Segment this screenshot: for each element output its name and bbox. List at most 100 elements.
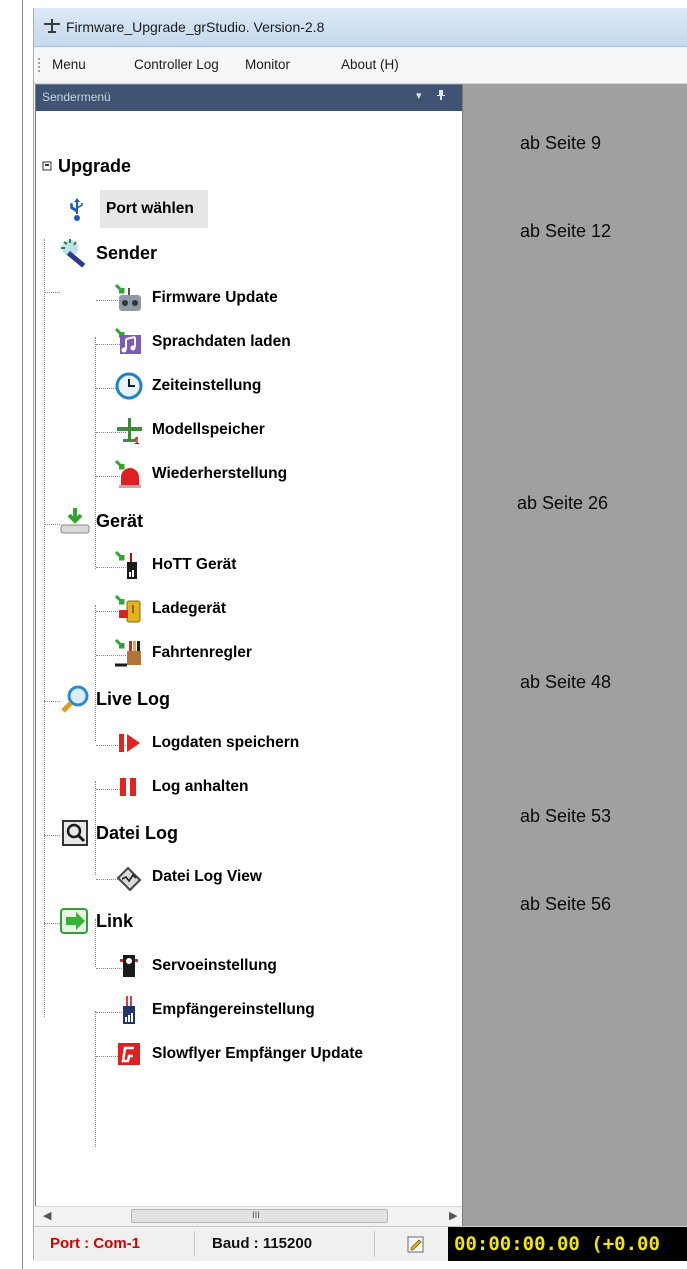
timer-display: 00:00:00.00 (+0.00: [448, 1227, 687, 1261]
tree-node-log-anhalten[interactable]: Log anhalten: [112, 770, 248, 804]
menu-grip[interactable]: [38, 58, 42, 72]
tree-node-link[interactable]: Link: [58, 904, 133, 938]
tree-node-modellspeicher[interactable]: 1 Modellspeicher: [112, 413, 265, 447]
tree-label: Sender: [96, 242, 158, 263]
horizontal-scrollbar[interactable]: ◀ III ▶: [35, 1206, 463, 1225]
tree-node-port-waehlen[interactable]: Port wählen: [60, 190, 208, 228]
pause-icon: [112, 770, 146, 804]
tree-node-geraet[interactable]: Gerät: [58, 504, 143, 538]
page-ref-sender: ab Seite 12: [520, 221, 612, 241]
tree-connector: [95, 605, 96, 741]
magnifier-icon: [58, 682, 92, 716]
tree-label: Ladegerät: [152, 600, 227, 617]
panel-pin-icon[interactable]: [436, 89, 446, 104]
menu-bar: Menu Controller Log Monitor About (H): [34, 47, 687, 84]
file-log-icon: [58, 816, 92, 850]
tree-label: Slowflyer Empfänger Update: [152, 1045, 364, 1062]
tree-label: Datei Log View: [152, 868, 262, 885]
tree-node-logdaten-speichern[interactable]: Logdaten speichern: [112, 726, 299, 760]
charger-icon: [112, 592, 146, 626]
tree-node-ladegeraet[interactable]: Ladegerät: [112, 592, 226, 626]
red-alarm-icon: [112, 457, 146, 491]
page-ref-geraet: ab Seite 26: [517, 493, 609, 513]
tree-label: Servoeinstellung: [152, 957, 277, 974]
page-margin-line: [22, 0, 23, 1269]
hott-device-icon: [112, 548, 146, 582]
record-icon: [112, 726, 146, 760]
page-ref-link: ab Seite 56: [520, 894, 612, 914]
menu-item-menu[interactable]: Menu: [52, 57, 86, 72]
clock-icon: [112, 369, 146, 403]
tree-node-slowflyer-update[interactable]: Slowflyer Empfänger Update: [112, 1037, 363, 1071]
status-separator: [194, 1231, 195, 1257]
tree-node-sender[interactable]: Sender: [58, 236, 157, 270]
tree-node-zeiteinstellung[interactable]: Zeiteinstellung: [112, 369, 261, 403]
tree-label-selected: Port wählen: [100, 190, 208, 228]
tree-node-datei-log[interactable]: Datei Log: [58, 816, 178, 850]
tree-node-fahrtenregler[interactable]: Fahrtenregler: [112, 636, 252, 670]
link-arrow-icon: [58, 904, 92, 938]
menu-tree: Upgrade Port wählen Sender Firmware Upda…: [36, 111, 462, 1207]
log-view-icon: [112, 860, 146, 894]
tree-label: Upgrade: [58, 155, 132, 176]
tree-connector: [44, 292, 60, 293]
panel-dropdown-icon[interactable]: ▾: [416, 89, 422, 102]
status-bar: Port : Com-1 Baud : 115200 00:00:00.00 (…: [34, 1226, 687, 1261]
page-ref-live-log: ab Seite 48: [520, 672, 612, 692]
receiver-icon: [112, 993, 146, 1027]
tree-label: Datei Log: [96, 822, 179, 843]
tree-node-live-log[interactable]: Live Log: [58, 682, 170, 716]
servo-icon: [112, 949, 146, 983]
tree-label: HoTT Gerät: [152, 556, 237, 573]
download-device-icon: [58, 504, 92, 538]
tree-node-wiederherstellung[interactable]: Wiederherstellung: [112, 457, 287, 491]
tree-label: Live Log: [96, 688, 171, 709]
tree-node-sprachdaten-laden[interactable]: Sprachdaten laden: [112, 325, 291, 359]
tree-label: Gerät: [96, 510, 144, 531]
panel-title: Sendermenü: [42, 90, 111, 104]
magic-wand-icon: [58, 236, 92, 270]
tree-label: Empfängereinstellung: [152, 1001, 315, 1018]
slowflyer-icon: [112, 1037, 146, 1071]
app-airplane-icon: [42, 18, 62, 38]
title-bar: Firmware_Upgrade_grStudio. Version-2.8: [34, 8, 687, 47]
panel-header: Sendermenü ▾: [36, 85, 462, 111]
scroll-left-icon[interactable]: ◀: [43, 1209, 51, 1222]
menu-item-controller-log[interactable]: Controller Log: [134, 57, 219, 72]
status-port: Port : Com-1: [50, 1235, 140, 1252]
usb-icon: [60, 192, 94, 226]
speed-controller-icon: [112, 636, 146, 670]
tree-node-servoeinstellung[interactable]: Servoeinstellung: [112, 949, 277, 983]
tree-label: Sprachdaten laden: [152, 333, 291, 350]
tree-label: Log anhalten: [152, 778, 249, 795]
transmitter-icon: [112, 281, 146, 315]
content-area: ab Seite 9 ab Seite 12 ab Seite 26 ab Se…: [462, 84, 687, 1226]
svg-text:1: 1: [134, 436, 140, 445]
tree-label: Firmware Update: [152, 289, 278, 306]
sender-menu-panel: Sendermenü ▾ Upgrade Port wählen Sender …: [35, 84, 463, 1208]
tree-node-hott-geraet[interactable]: HoTT Gerät: [112, 548, 236, 582]
tree-node-upgrade[interactable]: Upgrade: [40, 149, 131, 183]
status-baud: Baud : 115200: [212, 1235, 313, 1252]
airplane-icon: 1: [112, 413, 146, 447]
notepad-icon[interactable]: [406, 1234, 426, 1258]
tree-label: Fahrtenregler: [152, 644, 252, 661]
status-separator: [374, 1231, 375, 1257]
tree-label: Link: [96, 910, 134, 931]
tree-node-firmware-update[interactable]: Firmware Update: [112, 281, 278, 315]
page-ref-upgrade: ab Seite 9: [520, 133, 602, 153]
tree-label: Modellspeicher: [152, 421, 265, 438]
tree-node-empfaengereinstellung[interactable]: Empfängereinstellung: [112, 993, 315, 1027]
window-title: Firmware_Upgrade_grStudio. Version-2.8: [66, 19, 325, 35]
expand-box-icon: [40, 149, 54, 183]
app-window: Firmware_Upgrade_grStudio. Version-2.8 M…: [33, 8, 687, 1261]
scroll-right-icon[interactable]: ▶: [449, 1209, 457, 1222]
tree-label: Logdaten speichern: [152, 734, 300, 751]
tree-label: Wiederherstellung: [152, 465, 288, 482]
tree-connector: [95, 1011, 96, 1147]
tree-connector: [44, 239, 45, 1017]
menu-item-monitor[interactable]: Monitor: [245, 57, 290, 72]
tree-node-datei-log-view[interactable]: Datei Log View: [112, 860, 262, 894]
menu-item-about[interactable]: About (H): [341, 57, 399, 72]
scroll-thumb[interactable]: III: [131, 1209, 388, 1223]
